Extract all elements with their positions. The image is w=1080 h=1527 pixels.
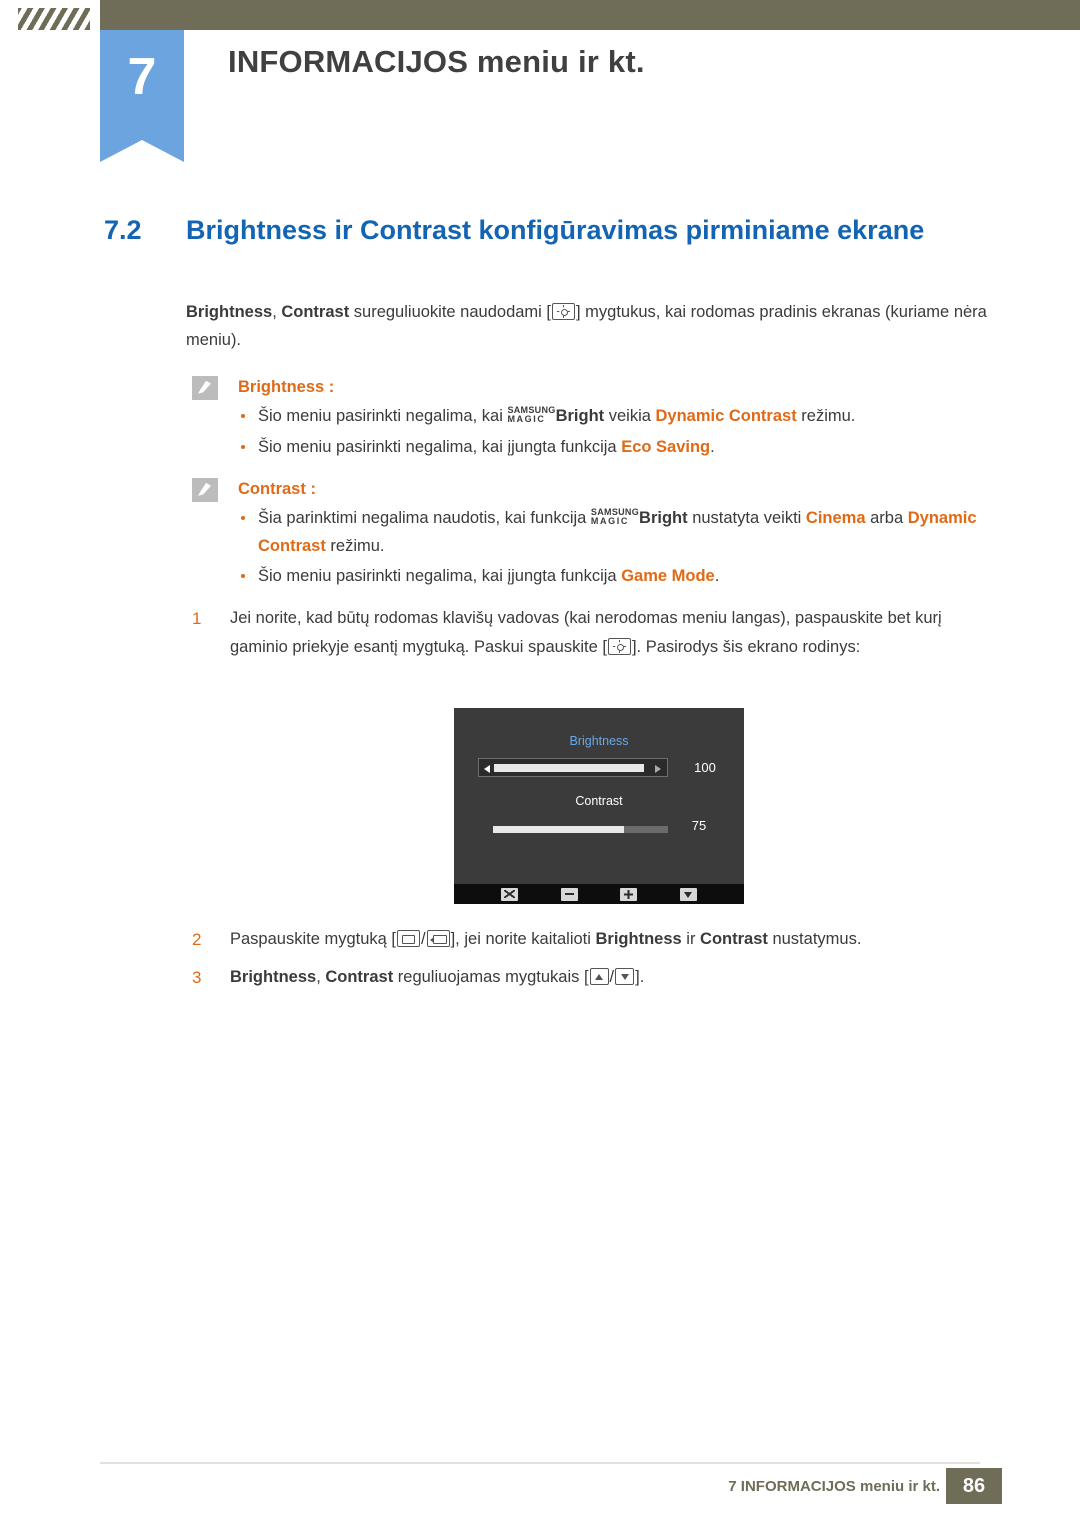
step-3-text-a: reguliuojamas mygtukais [: [393, 968, 589, 987]
close-icon: [501, 887, 519, 901]
step-2-text-b: ], jei norite kaitalioti: [450, 930, 596, 948]
list-item: Šio meniu pasirinkti negalima, kai įjung…: [238, 563, 1004, 590]
step-3-number: 3: [192, 968, 202, 988]
note-block-contrast: Contrast :: [186, 475, 1004, 503]
intro-sep: ,: [272, 303, 282, 321]
note-pencil-icon: [192, 375, 218, 400]
highlight-cinema: Cinema: [805, 509, 866, 528]
osd-contrast-label: Contrast: [575, 794, 623, 808]
intro-text-a: sureguliuokite naudodami [: [349, 303, 551, 321]
note-bullets-brightness: Šio meniu pasirinkti negalima, kai SAMSU…: [186, 403, 1004, 461]
minus-icon: [560, 887, 578, 901]
brightness-key-icon: [607, 637, 631, 655]
osd-brightness-slider: 100: [478, 758, 724, 778]
body-content: Brightness, Contrast sureguliuokite naud…: [186, 298, 1004, 671]
down-arrow-icon: [679, 887, 697, 901]
enter-key-icon: [426, 930, 450, 947]
up-key-icon: [589, 968, 609, 986]
note-pencil-icon: [192, 477, 218, 502]
note-block-brightness: Brightness :: [186, 373, 1004, 401]
note-colon: :: [310, 479, 316, 498]
bullet-text-mid: nustatyta veikti: [687, 509, 806, 528]
section-heading: 7.2 Brightness ir Contrast konfigūravima…: [104, 215, 1004, 246]
highlight-game-mode: Game Mode: [621, 567, 715, 585]
bright-word: Bright: [555, 407, 605, 426]
bullet-text-post: režimu.: [325, 536, 385, 555]
step-2-number: 2: [192, 930, 202, 949]
highlight-dynamic-contrast: Dynamic Contrast: [655, 407, 797, 426]
highlight-eco-saving: Eco Saving: [621, 437, 711, 456]
step-1: 1 Jei norite, kad būtų rodomas klavišų v…: [186, 604, 1004, 661]
note-colon: :: [328, 377, 335, 396]
step-3-term-brightness: Brightness: [230, 968, 317, 987]
note-bullets-contrast: Šia parinktimi negalima naudotis, kai fu…: [186, 505, 1004, 590]
step-2-text-c: ir: [681, 930, 701, 948]
samsung-magic-logo-icon: SAMSUNG MAGIC: [507, 405, 555, 425]
samsung-magic-logo-icon: SAMSUNG MAGIC: [590, 507, 639, 527]
list-item: Šia parinktimi negalima naudotis, kai fu…: [238, 505, 1004, 560]
hatch-decoration-icon: [18, 8, 90, 30]
chapter-number-badge: 7: [100, 30, 184, 162]
step-3-sep: ,: [316, 968, 326, 987]
step-3-text-b: ].: [635, 968, 645, 987]
return-key-icon: [397, 930, 420, 947]
osd-contrast-fill: [493, 826, 624, 833]
bullet-text-pre: Šia parinktimi negalima naudotis, kai fu…: [258, 509, 591, 528]
right-arrow-icon: [655, 765, 661, 773]
step-1-text-b: ]. Pasirodys šis ekrano rodinys:: [631, 637, 861, 656]
step-2-text-a: Paspauskite mygtuką [: [230, 930, 396, 948]
bullet-text-post: .: [710, 437, 715, 456]
down-key-icon: [615, 968, 635, 986]
step-3-slash: /: [609, 968, 615, 987]
plus-icon: [620, 887, 638, 901]
osd-contrast-track: [493, 826, 668, 833]
osd-preview-image: Brightness 100 Contrast 75: [454, 708, 744, 904]
osd-brightness-label: Brightness: [569, 734, 629, 748]
osd-contrast-value: 75: [691, 818, 707, 833]
bullet-text-post: .: [714, 567, 720, 585]
step-3: 3 Brightness, Contrast reguliuojamas myg…: [186, 963, 1004, 991]
osd-key-guide: [454, 884, 744, 904]
step-2-term-brightness: Brightness: [595, 930, 682, 948]
step-2: 2 Paspauskite mygtuką [ / ], jei norite ka…: [186, 925, 1004, 953]
bullet-text-post: režimu.: [796, 407, 856, 426]
bullet-text-pre: Šio meniu pasirinkti negalima, kai įjung…: [258, 567, 622, 585]
intro-term-contrast: Contrast: [281, 303, 350, 321]
osd-brightness-fill: [494, 764, 644, 772]
magic-bottom: MAGIC: [507, 414, 546, 425]
intro-term-brightness: Brightness: [186, 303, 273, 321]
magic-bottom: MAGIC: [590, 516, 629, 527]
bullet-text-mid: veikia: [604, 407, 656, 426]
intro-paragraph: Brightness, Contrast sureguliuokite naud…: [186, 298, 1004, 355]
step-2-term-contrast: Contrast: [700, 930, 768, 948]
note-title-contrast: Contrast: [238, 479, 306, 498]
bullet-text-pre: Šio meniu pasirinkti negalima, kai: [258, 407, 508, 426]
osd-brightness-value: 100: [694, 760, 716, 775]
footer-divider: [100, 1462, 980, 1464]
list-item: Šio meniu pasirinkti negalima, kai įjung…: [238, 434, 1004, 461]
brightness-key-icon: [552, 303, 575, 320]
note-title-brightness: Brightness: [238, 377, 325, 396]
step-2-slash: /: [421, 930, 426, 948]
header-band: [0, 0, 1080, 30]
section-title: Brightness ir Contrast konfigūravimas pi…: [186, 215, 925, 245]
osd-brightness-track: [478, 758, 668, 777]
step-2-text-d: nustatymus.: [767, 930, 862, 948]
step-3-term-contrast: Contrast: [325, 968, 394, 987]
section-number: 7.2: [104, 215, 142, 245]
footer-chapter-label: 7 INFORMACIJOS meniu ir kt.: [728, 1478, 940, 1495]
steps-after-image: 2 Paspauskite mygtuką [ / ], jei norite ka…: [186, 925, 1004, 1002]
bullet-text-mid2: arba: [865, 509, 908, 528]
left-arrow-icon: [484, 765, 490, 773]
chapter-title: INFORMACIJOS meniu ir kt.: [228, 44, 645, 79]
list-item: Šio meniu pasirinkti negalima, kai SAMSU…: [238, 403, 1004, 430]
bullet-text-pre: Šio meniu pasirinkti negalima, kai įjung…: [258, 437, 622, 456]
footer-page-number: 86: [946, 1468, 1002, 1504]
step-1-number: 1: [192, 609, 202, 629]
bright-word: Bright: [639, 509, 688, 528]
